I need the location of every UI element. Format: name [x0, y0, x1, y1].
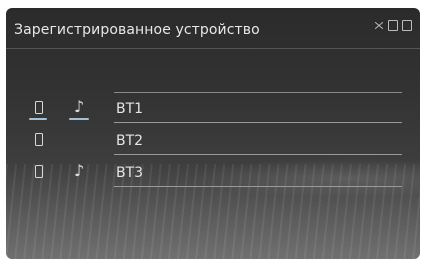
phone-status-icon	[388, 20, 398, 31]
phone-connected-indicator	[29, 118, 47, 120]
device-name: BT3	[116, 165, 144, 181]
music-connected-indicator	[69, 118, 89, 120]
header: Зарегистрированное устройство	[6, 8, 420, 49]
device-row-bt3[interactable]: ♪ BT3	[6, 157, 420, 187]
device-name: BT1	[116, 101, 144, 117]
device-row-bt1[interactable]: ♪ BT1	[6, 93, 420, 123]
battery-icon	[402, 20, 412, 31]
row-divider	[114, 186, 402, 187]
phone-icon	[35, 133, 43, 146]
device-row-bt2[interactable]: BT2	[6, 125, 420, 155]
no-signal-icon	[374, 21, 384, 30]
music-note-icon: ♪	[74, 97, 85, 116]
row-divider	[114, 122, 402, 123]
status-icons	[374, 20, 412, 31]
device-name: BT2	[116, 133, 144, 149]
music-note-icon: ♪	[74, 161, 85, 180]
row-divider	[114, 154, 402, 155]
phone-icon	[35, 101, 43, 114]
phone-icon	[35, 165, 43, 178]
page-title: Зарегистрированное устройство	[14, 22, 260, 38]
display-screen: Зарегистрированное устройство ♪ BT1 BT2 …	[6, 8, 420, 259]
